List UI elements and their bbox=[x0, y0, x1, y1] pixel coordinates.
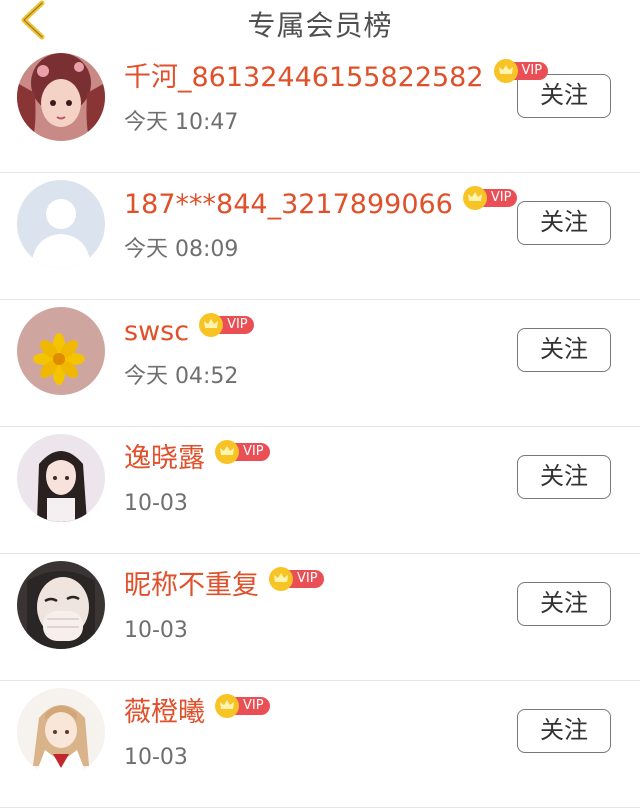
list-item[interactable]: 千河_86132446155822582 VIP 今天 10:47 关注 bbox=[0, 46, 640, 173]
list-item[interactable]: 187***844_3217899066 VIP 今天 08:09 关注 bbox=[0, 173, 640, 300]
avatar[interactable] bbox=[17, 561, 105, 649]
name-line: 千河_86132446155822582 VIP bbox=[124, 59, 549, 96]
member-name[interactable]: 千河_86132446155822582 bbox=[124, 60, 484, 96]
anime-girl-avatar-image bbox=[17, 53, 105, 141]
crown-icon bbox=[493, 59, 518, 83]
crown-icon bbox=[269, 567, 293, 591]
avatar[interactable] bbox=[17, 53, 105, 141]
page-title: 专属会员榜 bbox=[247, 9, 393, 42]
vip-badge: VIP bbox=[215, 694, 270, 718]
join-time: 今天 04:52 bbox=[124, 364, 239, 389]
list-item[interactable]: 昵称不重复 VIP 10-03 关注 bbox=[0, 554, 640, 681]
vip-badge: VIP bbox=[493, 59, 549, 83]
join-time: 10-03 bbox=[124, 491, 188, 516]
follow-button[interactable]: 关注 bbox=[517, 201, 611, 245]
follow-button[interactable]: 关注 bbox=[517, 328, 611, 372]
list-item[interactable]: 薇橙曦 VIP 10-03 关注 bbox=[0, 681, 640, 808]
name-line: 逸晓露 VIP bbox=[124, 440, 270, 477]
anime-sailor-avatar-image bbox=[17, 688, 105, 776]
name-line: 187***844_3217899066 VIP bbox=[124, 186, 518, 223]
follow-button[interactable]: 关注 bbox=[517, 455, 611, 499]
crown-icon bbox=[199, 313, 224, 337]
member-list: 千河_86132446155822582 VIP 今天 10:47 关注 187… bbox=[0, 46, 640, 808]
join-time: 10-03 bbox=[124, 745, 188, 770]
face-hand-avatar-image bbox=[17, 561, 105, 649]
join-time: 10-03 bbox=[124, 618, 188, 643]
girl-photo-avatar-image bbox=[17, 434, 105, 522]
crown-icon bbox=[215, 694, 239, 718]
name-line: swsc VIP bbox=[124, 313, 254, 350]
avatar[interactable] bbox=[17, 180, 105, 268]
crown-icon bbox=[462, 186, 487, 210]
vip-badge: VIP bbox=[215, 440, 270, 464]
list-item[interactable]: 逸晓露 VIP 10-03 关注 bbox=[0, 427, 640, 554]
member-name[interactable]: 薇橙曦 bbox=[124, 695, 205, 731]
join-time: 今天 08:09 bbox=[124, 237, 239, 262]
member-name[interactable]: 逸晓露 bbox=[124, 441, 205, 477]
default-person-avatar-image bbox=[17, 180, 105, 268]
member-name[interactable]: swsc bbox=[124, 314, 189, 350]
crown-icon bbox=[215, 440, 239, 464]
name-line: 昵称不重复 VIP bbox=[124, 567, 324, 604]
avatar[interactable] bbox=[17, 688, 105, 776]
member-name[interactable]: 昵称不重复 bbox=[124, 568, 259, 604]
list-item[interactable]: swsc VIP 今天 04:52 关注 bbox=[0, 300, 640, 427]
avatar[interactable] bbox=[17, 434, 105, 522]
vip-badge: VIP bbox=[462, 186, 518, 210]
avatar[interactable] bbox=[17, 307, 105, 395]
follow-button[interactable]: 关注 bbox=[517, 582, 611, 626]
follow-button[interactable]: 关注 bbox=[517, 709, 611, 753]
vip-badge: VIP bbox=[199, 313, 254, 337]
follow-button[interactable]: 关注 bbox=[517, 74, 611, 118]
name-line: 薇橙曦 VIP bbox=[124, 694, 270, 731]
top-bar: 专属会员榜 bbox=[0, 0, 640, 50]
yellow-flower-avatar-image bbox=[17, 307, 105, 395]
vip-badge: VIP bbox=[269, 567, 324, 591]
member-name[interactable]: 187***844_3217899066 bbox=[124, 187, 453, 223]
join-time: 今天 10:47 bbox=[124, 110, 239, 135]
